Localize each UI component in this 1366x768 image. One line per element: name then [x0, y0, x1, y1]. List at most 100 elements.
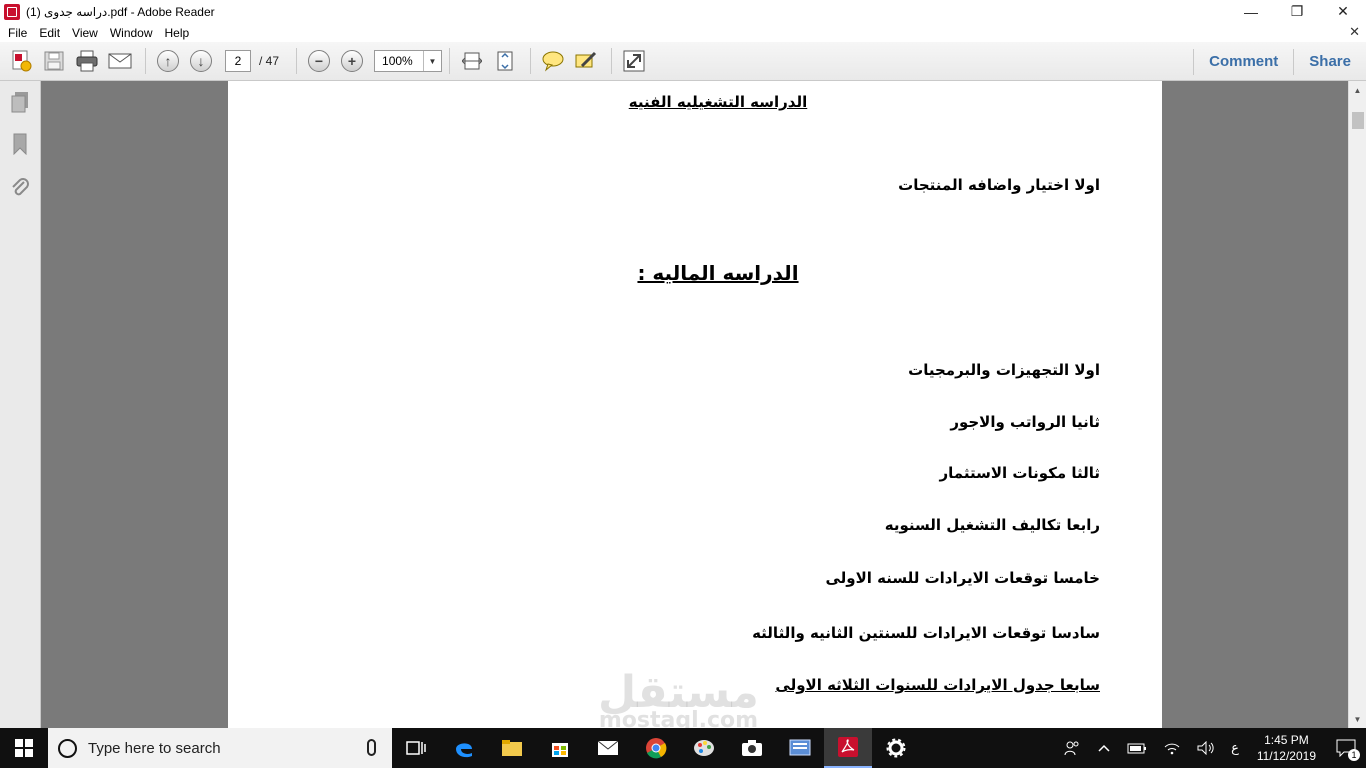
arrow-down-icon: ↓	[190, 50, 212, 72]
close-button[interactable]: ✕	[1320, 0, 1366, 23]
toolbar-separator	[611, 48, 613, 74]
list-item: ثالثا مكونات الاستثمار	[939, 464, 1100, 482]
zoom-select[interactable]: 100% ▼	[374, 50, 443, 72]
start-button[interactable]	[0, 728, 48, 768]
save-icon	[44, 51, 64, 71]
taskbar-store[interactable]	[536, 728, 584, 768]
taskbar-paint[interactable]	[680, 728, 728, 768]
scroll-down-icon[interactable]: ▼	[1349, 710, 1366, 728]
vertical-scrollbar[interactable]: ▲ ▼	[1348, 81, 1366, 728]
edge-icon	[456, 743, 472, 758]
toolbar-separator	[530, 48, 532, 74]
task-view-icon	[406, 741, 426, 755]
people-icon[interactable]	[1055, 739, 1089, 757]
search-placeholder: Type here to search	[88, 739, 221, 757]
menu-help[interactable]: Help	[159, 26, 196, 40]
title-bar: دراسه جدوى (1).pdf - Adobe Reader — ❐ ✕	[0, 0, 1366, 23]
menu-window[interactable]: Window	[104, 26, 159, 40]
taskbar-camera[interactable]	[728, 728, 776, 768]
system-tray: ع 1:45 PM 11/12/2019 1	[1055, 728, 1366, 768]
attachments-icon[interactable]	[10, 176, 30, 198]
toolbar-separator	[449, 48, 451, 74]
section-heading-technical: الدراسه التشغيليه الفنيه	[628, 93, 808, 111]
taskbar: Type here to search ع 1:45 PM 11/12/2019…	[0, 728, 1366, 768]
taskbar-file-explorer[interactable]	[488, 728, 536, 768]
plus-icon: +	[341, 50, 364, 72]
list-item: سادسا توقعات الايرادات للسنتين الثانيه و…	[752, 624, 1100, 642]
email-button[interactable]	[105, 46, 135, 76]
create-pdf-button[interactable]	[6, 46, 36, 76]
document-view[interactable]: الدراسه التشغيليه الفنيه اولا اختيار واض…	[41, 81, 1348, 728]
menu-file[interactable]: File	[2, 26, 33, 40]
list-item: رابعا تكاليف التشغيل السنويه	[884, 516, 1100, 534]
comment-bubble-icon	[542, 51, 564, 72]
input-language-indicator[interactable]: ع	[1223, 740, 1247, 756]
action-center-button[interactable]: 1	[1326, 728, 1366, 768]
notification-count: 1	[1348, 749, 1360, 761]
adobe-reader-icon	[838, 737, 858, 757]
sticky-note-button[interactable]	[538, 46, 568, 76]
clock-time: 1:45 PM	[1264, 733, 1309, 747]
menu-bar: File Edit View Window Help ✕	[0, 23, 1366, 42]
fit-width-button[interactable]	[490, 46, 520, 76]
menu-edit[interactable]: Edit	[33, 26, 66, 40]
list-item: اولا التجهيزات والبرمجيات	[908, 361, 1100, 379]
toolbar-panels: Comment Share	[1193, 42, 1366, 81]
taskbar-mail[interactable]	[584, 728, 632, 768]
page-total: / 47	[259, 54, 280, 68]
minus-icon: −	[308, 50, 331, 72]
highlight-text-button[interactable]	[571, 46, 601, 76]
save-button[interactable]	[39, 46, 69, 76]
scroll-up-icon[interactable]: ▲	[1349, 81, 1366, 99]
print-button[interactable]	[72, 46, 102, 76]
list-item: خامسا توقعات الايرادات للسنه الاولى	[825, 569, 1100, 587]
fit-width-icon	[497, 51, 513, 71]
previous-page-button[interactable]: ↑	[153, 46, 183, 76]
battery-icon[interactable]	[1119, 742, 1155, 754]
taskbar-edge[interactable]	[440, 728, 488, 768]
cortana-icon	[58, 738, 77, 758]
gear-icon	[886, 738, 906, 758]
scroll-thumb[interactable]	[1352, 112, 1364, 129]
print-icon	[76, 50, 98, 72]
taskbar-chrome[interactable]	[632, 728, 680, 768]
task-view-button[interactable]	[392, 728, 440, 768]
zoom-value: 100%	[382, 54, 413, 68]
volume-icon[interactable]	[1189, 741, 1223, 755]
comment-panel-button[interactable]: Comment	[1194, 53, 1293, 70]
taskbar-search[interactable]: Type here to search	[48, 728, 392, 768]
create-pdf-icon	[12, 50, 32, 72]
share-panel-button[interactable]: Share	[1294, 53, 1366, 70]
highlighter-icon	[575, 51, 597, 68]
microphone-icon[interactable]	[367, 739, 376, 756]
zoom-in-button[interactable]: +	[337, 46, 367, 76]
window-title: دراسه جدوى (1).pdf - Adobe Reader	[26, 4, 215, 19]
bookmarks-icon[interactable]	[10, 133, 30, 155]
fullscreen-button[interactable]	[619, 46, 649, 76]
window-controls: — ❐ ✕	[1228, 0, 1366, 23]
list-item: سابعا جدول الايرادات للسنوات الثلاثه الا…	[775, 676, 1100, 694]
menu-view[interactable]: View	[66, 26, 104, 40]
taskbar-settings-panel[interactable]	[776, 728, 824, 768]
maximize-button[interactable]: ❐	[1274, 0, 1320, 23]
fit-page-icon	[462, 52, 483, 70]
arrow-up-icon: ↑	[157, 50, 179, 72]
page-thumbnails-icon[interactable]	[10, 91, 30, 113]
mail-icon	[597, 740, 619, 755]
taskbar-settings[interactable]	[872, 728, 920, 768]
list-item: ثانيا الرواتب والاجور	[950, 413, 1100, 431]
chevron-up-icon[interactable]	[1089, 743, 1119, 753]
next-page-button[interactable]: ↓	[186, 46, 216, 76]
taskbar-adobe-reader[interactable]	[824, 728, 872, 768]
expand-icon	[623, 50, 645, 72]
wifi-icon[interactable]	[1155, 741, 1189, 755]
chevron-down-icon[interactable]: ▼	[423, 51, 441, 71]
zoom-out-button[interactable]: −	[304, 46, 334, 76]
minimize-button[interactable]: —	[1228, 0, 1274, 23]
close-document-button[interactable]: ✕	[1349, 24, 1360, 40]
clock[interactable]: 1:45 PM 11/12/2019	[1247, 732, 1326, 764]
page-number-input[interactable]: 2	[225, 50, 251, 72]
adobe-reader-icon	[4, 3, 20, 20]
camera-icon	[742, 740, 762, 756]
fit-page-button[interactable]	[457, 46, 487, 76]
